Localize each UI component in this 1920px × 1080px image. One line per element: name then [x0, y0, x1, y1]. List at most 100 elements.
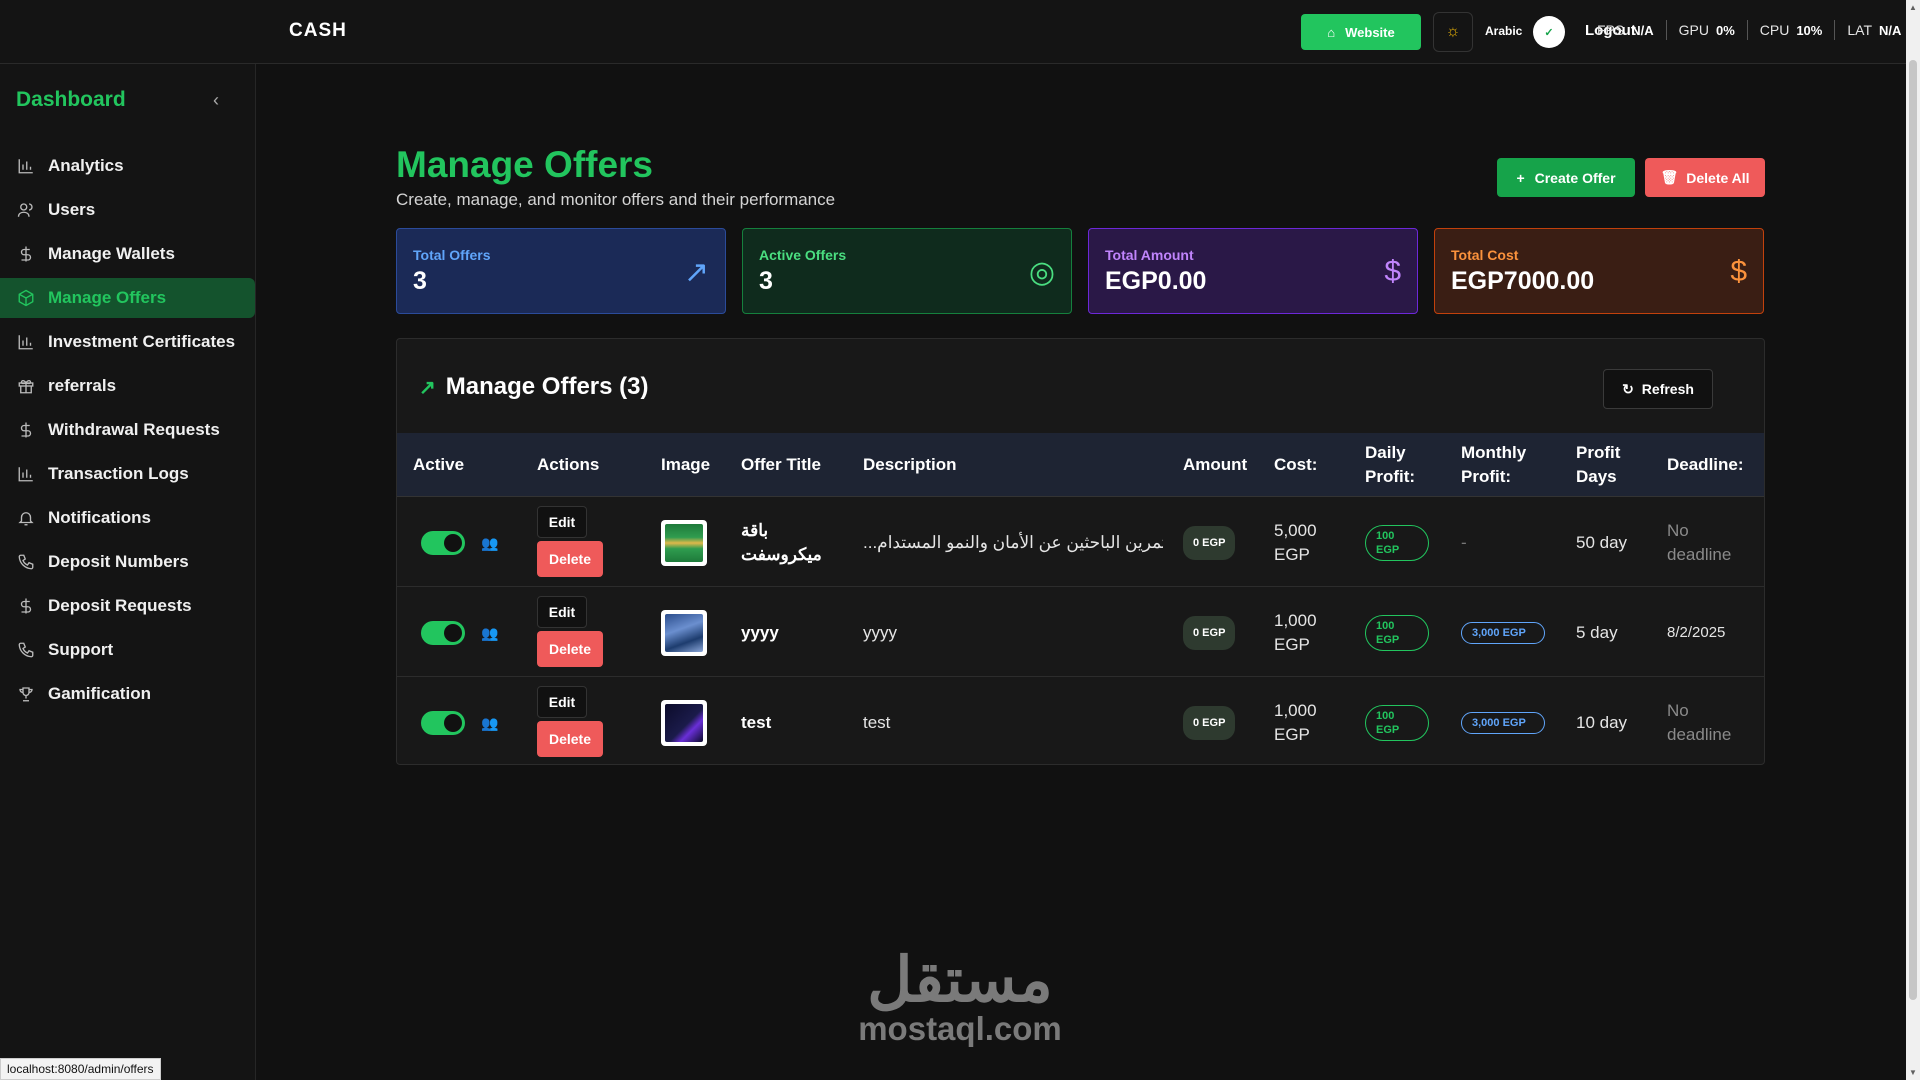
sidebar-item-label: Gamification	[48, 684, 151, 703]
active-toggle[interactable]	[421, 710, 465, 735]
refresh-button[interactable]: ↻ Refresh	[1603, 369, 1713, 409]
stat-lat: LAT N/A	[1847, 22, 1902, 38]
image-cell	[661, 678, 707, 764]
table-row: 👥 Edit Delete yyyy yyyy 0 EGP 1,000 EGP …	[397, 588, 1764, 677]
total-offers-card: Total Offers 3 ↗	[396, 228, 726, 314]
edit-button[interactable]: Edit	[537, 506, 587, 538]
active-toggle[interactable]	[421, 530, 465, 555]
cost-cell: 1,000 EGP	[1274, 610, 1317, 654]
table-header: Active Actions Image Offer Title Descrip…	[397, 433, 1764, 497]
daily-profit-cell: 100 EGP	[1365, 498, 1429, 587]
sidebar-item-referrals[interactable]: referrals	[0, 366, 255, 406]
avatar[interactable]: ✓	[1533, 16, 1565, 48]
total-amount-card: Total Amount EGP0.00 $	[1088, 228, 1418, 314]
monthly-profit-badge: 3,000 EGP	[1461, 621, 1545, 644]
website-button-label: Website	[1345, 24, 1395, 40]
sidebar-item-deposit-requests[interactable]: Deposit Requests	[0, 586, 255, 626]
col-deadline: Deadline:	[1667, 455, 1744, 474]
sidebar-item-label: Notifications	[48, 508, 151, 527]
sidebar-item-label: Manage Offers	[48, 288, 167, 307]
gift-icon	[16, 376, 36, 396]
edit-button[interactable]: Edit	[537, 596, 587, 628]
vertical-scrollbar[interactable]: ▲ ▼	[1906, 0, 1920, 1080]
col-image: Image	[661, 455, 711, 474]
scroll-up-arrow[interactable]: ▲	[1909, 3, 1917, 12]
trending-up-icon: ↗	[683, 256, 709, 289]
bell-icon	[16, 508, 36, 528]
app-logo[interactable]: CASH	[289, 20, 347, 42]
offer-title: test	[741, 712, 772, 732]
home-icon: ⌂	[1327, 24, 1336, 40]
bar-chart-icon	[16, 464, 36, 484]
col-cost: Cost:	[1274, 455, 1318, 474]
theme-toggle-button[interactable]: ☼	[1433, 12, 1473, 52]
language-switch[interactable]: Arabic	[1485, 24, 1522, 38]
col-offer-title: Offer Title	[741, 455, 821, 474]
users-icon[interactable]: 👥	[481, 621, 498, 645]
delete-button[interactable]: Delete	[537, 631, 603, 667]
active-cell: 👥	[421, 588, 498, 677]
col-description: Description	[863, 455, 957, 474]
delete-all-button[interactable]: 🗑 Delete All	[1645, 158, 1765, 197]
chevron-left-icon: ‹	[213, 90, 219, 110]
col-profit-days: Profit Days	[1576, 443, 1621, 486]
scroll-thumb[interactable]	[1909, 60, 1917, 1000]
offers-panel: ↗ Manage Offers (3) ↻ Refresh Active Act…	[396, 338, 1765, 765]
watermark-arabic: مستقل	[867, 946, 1053, 1015]
sidebar-item-manage-offers[interactable]: Manage Offers	[0, 278, 255, 318]
card-value: EGP0.00	[1105, 267, 1207, 295]
col-amount: Amount	[1183, 455, 1248, 474]
monthly-profit-cell: 3,000 EGP	[1461, 588, 1545, 677]
trophy-icon	[16, 684, 36, 704]
daily-profit-badge: 100 EGP	[1365, 524, 1429, 561]
package-icon	[16, 288, 36, 308]
sidebar-item-withdrawal-requests[interactable]: Withdrawal Requests	[0, 410, 255, 450]
actions-cell: Edit Delete	[537, 678, 617, 764]
website-button[interactable]: ⌂ Website	[1301, 14, 1421, 50]
amount-badge: 0 EGP	[1183, 705, 1236, 740]
deadline-cell: No deadline	[1667, 520, 1732, 564]
users-icon[interactable]: 👥	[481, 711, 498, 735]
main-content: Manage Offers Create, manage, and monito…	[256, 64, 1906, 1080]
col-daily-profit: Daily Profit:	[1365, 443, 1416, 486]
browser-status-bar: localhost:8080/admin/offers	[0, 1058, 161, 1080]
sidebar-item-notifications[interactable]: Notifications	[0, 498, 255, 538]
sidebar-item-transaction-logs[interactable]: Transaction Logs	[0, 454, 255, 494]
sidebar-nav: Analytics Users Manage Wallets Manage Offer…	[0, 146, 255, 718]
watermark: مستقل mostaql.com	[844, 950, 1076, 1048]
sidebar-item-analytics[interactable]: Analytics	[0, 146, 255, 186]
dollar-icon: $	[1730, 255, 1747, 288]
sidebar-item-manage-wallets[interactable]: Manage Wallets	[0, 234, 255, 274]
amount-cell: 0 EGP	[1183, 498, 1236, 587]
app-root: CASH ⌂ Website ☼ Arabic ✓ Logout FPS N/A …	[0, 0, 1920, 1080]
edit-button[interactable]: Edit	[537, 686, 587, 718]
sidebar-item-investment-certificates[interactable]: Investment Certificates	[0, 322, 255, 362]
collapse-sidebar-button[interactable]: ‹	[213, 90, 219, 111]
profit-days-cell: 50 day	[1576, 532, 1628, 552]
sidebar-item-deposit-numbers[interactable]: Deposit Numbers	[0, 542, 255, 582]
sidebar-item-users[interactable]: Users	[0, 190, 255, 230]
create-offer-button[interactable]: + Create Offer	[1497, 158, 1635, 197]
offer-image	[661, 699, 707, 746]
col-active: Active	[413, 455, 465, 474]
scroll-down-arrow[interactable]: ▼	[1909, 1068, 1917, 1077]
sidebar-item-gamification[interactable]: Gamification	[0, 674, 255, 714]
users-icon[interactable]: 👥	[481, 531, 498, 555]
active-toggle[interactable]	[421, 620, 465, 645]
card-value: EGP7000.00	[1451, 267, 1595, 295]
delete-button[interactable]: Delete	[537, 541, 603, 577]
users-icon	[16, 200, 36, 220]
active-cell: 👥	[421, 498, 498, 587]
total-cost-card: Total Cost EGP7000.00 $	[1434, 228, 1764, 314]
target-icon: ◎	[1028, 256, 1055, 289]
sidebar-item-label: Manage Wallets	[48, 244, 175, 263]
sidebar-item-support[interactable]: Support	[0, 630, 255, 670]
phone-icon	[16, 640, 36, 660]
daily-profit-cell: 100 EGP	[1365, 588, 1429, 677]
dollar-icon	[16, 420, 36, 440]
delete-button[interactable]: Delete	[537, 721, 603, 757]
profit-days-cell: 10 day	[1576, 712, 1628, 732]
card-label: Total Amount	[1105, 247, 1194, 263]
sidebar-title: Dashboard	[16, 88, 126, 111]
daily-profit-badge: 100 EGP	[1365, 704, 1429, 741]
